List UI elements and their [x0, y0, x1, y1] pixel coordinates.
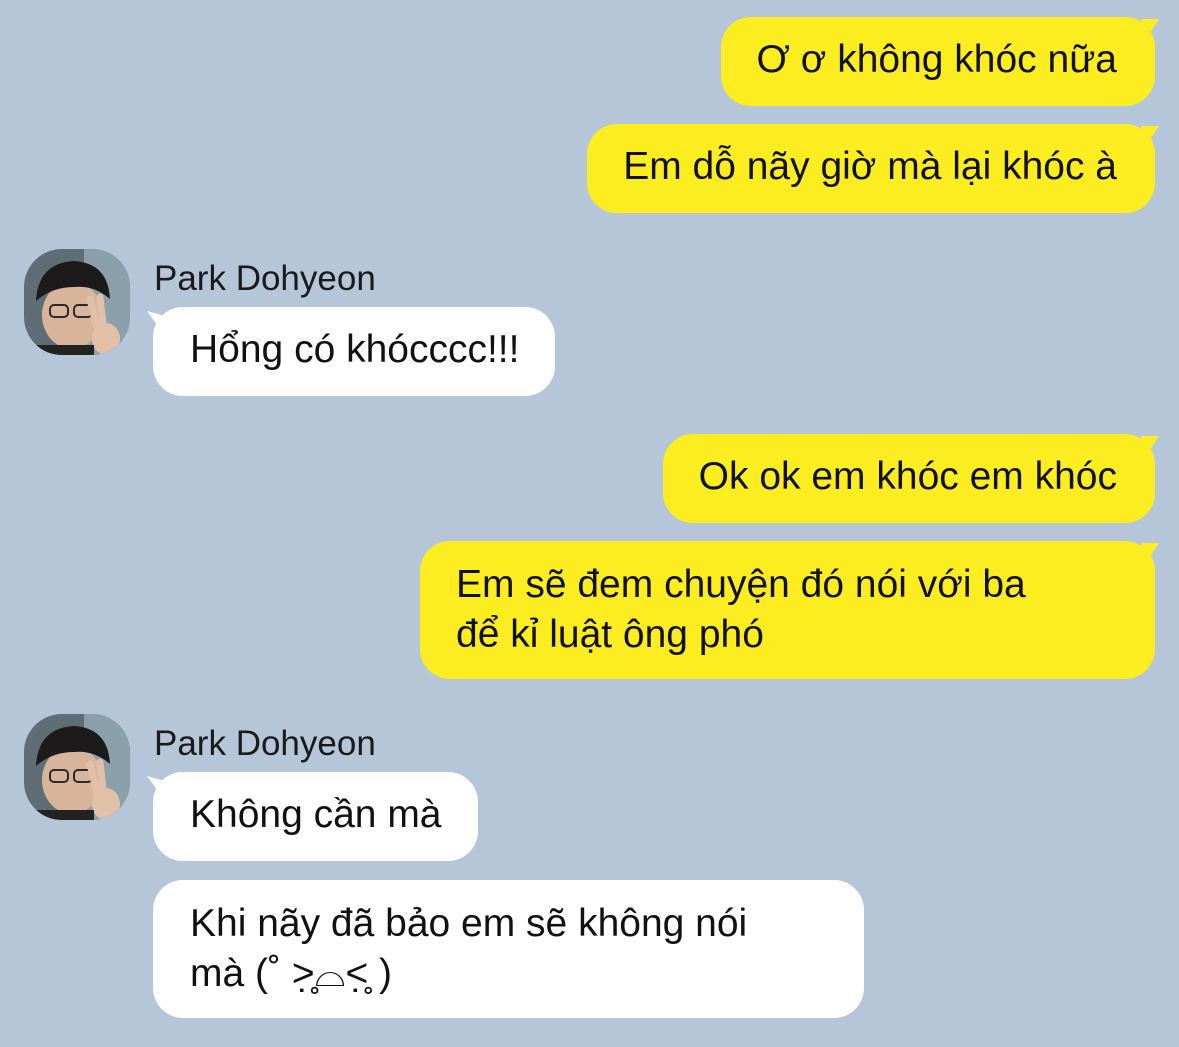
message-text: Hổng có khócccc!!! [190, 328, 520, 371]
incoming-message-bubble[interactable]: Hổng có khócccc!!! [153, 307, 556, 396]
outgoing-message-bubble[interactable]: Ok ok em khóc em khóc [662, 434, 1155, 523]
message-text-line-2: mà (˚ ˃̣̣̥⌓˂̣̣̥ ) [190, 952, 393, 995]
message-text-line-1: Khi nãy đã bảo em sẽ không nói [190, 902, 748, 945]
message-text: Không cần mà [190, 793, 442, 836]
sender-avatar[interactable] [24, 714, 130, 820]
incoming-message-bubble[interactable]: Khi nãy đã bảo em sẽ không nói mà (˚ ˃̣̣… [153, 880, 864, 1018]
message-text-line-2: để kỉ luật ông phó [456, 613, 764, 656]
sender-avatar[interactable] [24, 249, 130, 355]
message-text: Ơ ơ không khóc nữa [756, 38, 1117, 81]
message-text: Em dỗ nãy giờ mà lại khóc à [623, 145, 1117, 188]
incoming-message-bubble[interactable]: Không cần mà [153, 772, 478, 861]
message-text: Ok ok em khóc em khóc [698, 455, 1117, 498]
sender-name: Park Dohyeon [154, 259, 376, 298]
avatar-photo-icon [24, 714, 130, 820]
avatar-photo-icon [24, 249, 130, 355]
message-text-line-1: Em sẽ đem chuyện đó nói với ba [456, 563, 1026, 606]
outgoing-message-bubble[interactable]: Em sẽ đem chuyện đó nói với ba để kỉ luậ… [420, 541, 1155, 679]
sender-name: Park Dohyeon [154, 724, 376, 763]
outgoing-message-bubble[interactable]: Ơ ơ không khóc nữa [720, 17, 1155, 106]
outgoing-message-bubble[interactable]: Em dỗ nãy giờ mà lại khóc à [587, 124, 1155, 213]
